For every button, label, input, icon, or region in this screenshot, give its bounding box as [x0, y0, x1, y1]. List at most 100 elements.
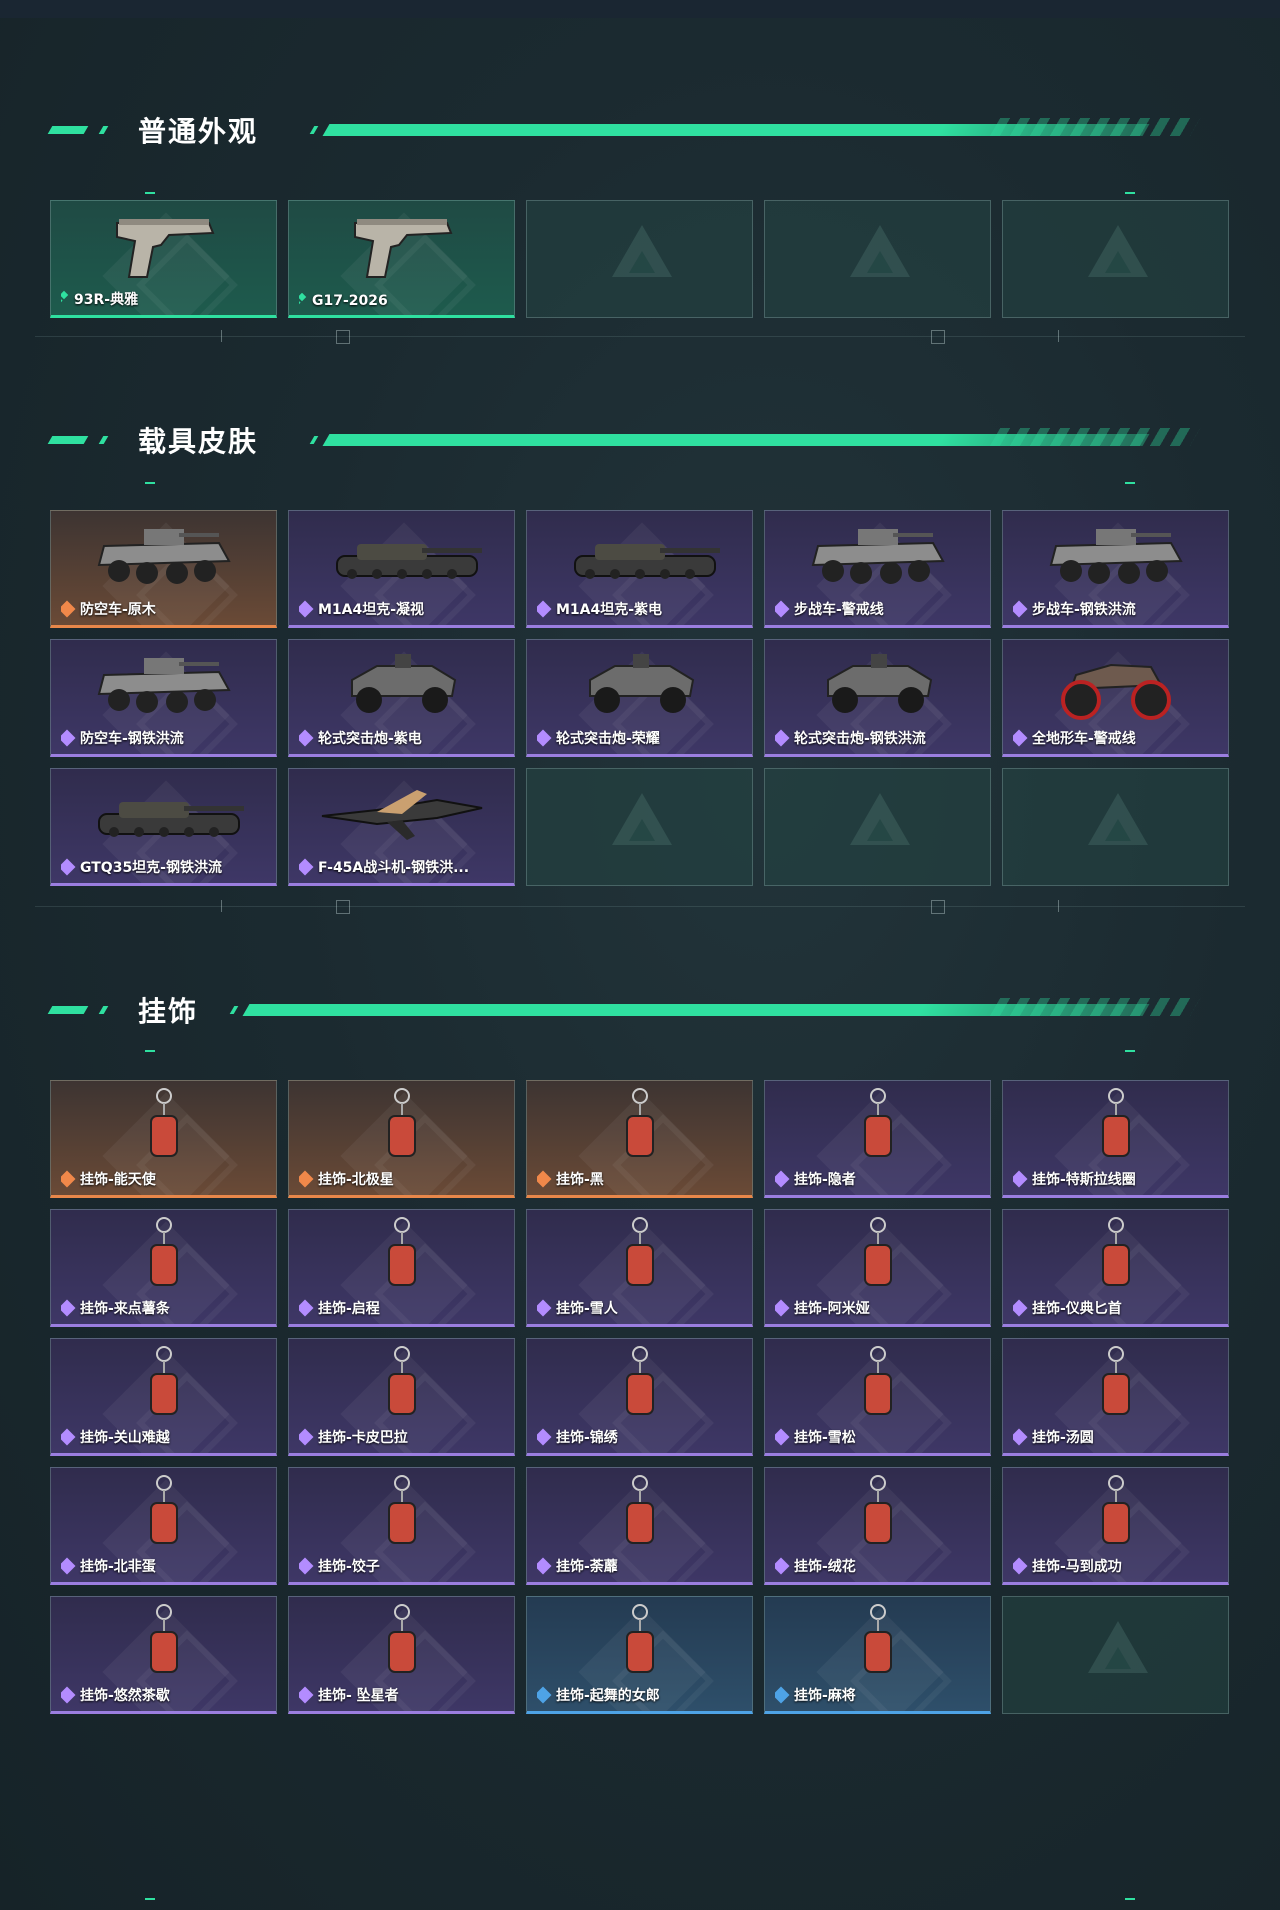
- item-label-row: 挂饰-麻将: [775, 1685, 984, 1705]
- rarity-icon: [537, 600, 552, 618]
- item-name: F-45A战斗机-钢铁洪...: [318, 860, 470, 876]
- divider-line: [35, 336, 1245, 337]
- item-card[interactable]: 93R-典雅: [50, 200, 277, 318]
- grid-vehicle-skins: 防空车-原木 M1A4坦克-凝视 M1A4坦克-紫电 步战车-警戒线 步战车-钢铁洪流防…: [50, 510, 1229, 886]
- item-card[interactable]: 轮式突击炮-荣耀: [526, 639, 753, 757]
- item-name: 挂饰-饺子: [318, 1559, 380, 1575]
- jet-icon: [289, 773, 514, 855]
- item-label-row: 挂饰-北极星: [299, 1169, 508, 1189]
- charm-icon: [1003, 1085, 1228, 1167]
- item-card[interactable]: 防空车-钢铁洪流: [50, 639, 277, 757]
- item-card[interactable]: 挂饰-启程: [288, 1209, 515, 1327]
- rarity-icon: [775, 1686, 790, 1704]
- item-name: 挂饰-阿米娅: [794, 1301, 870, 1317]
- rarity-icon: [61, 600, 76, 618]
- charm-icon: [289, 1601, 514, 1683]
- item-name: 挂饰-绒花: [794, 1559, 856, 1575]
- item-card[interactable]: M1A4坦克-紫电: [526, 510, 753, 628]
- rarity-icon: [299, 729, 314, 747]
- item-name: 挂饰-关山难越: [80, 1430, 170, 1446]
- item-name: 挂饰-悠然茶歇: [80, 1688, 170, 1704]
- header-dash-icon: [47, 436, 89, 444]
- item-card[interactable]: 挂饰-麻将: [764, 1596, 991, 1714]
- tick-mark: [145, 1050, 155, 1052]
- item-name: 挂饰-起舞的女郎: [556, 1688, 660, 1704]
- item-card[interactable]: 挂饰-汤圆: [1002, 1338, 1229, 1456]
- buggy-icon: [765, 644, 990, 726]
- item-card[interactable]: 挂饰-仪典匕首: [1002, 1209, 1229, 1327]
- item-label-row: 挂饰-荼蘼: [537, 1556, 746, 1576]
- placeholder-logo-icon: [867, 819, 893, 841]
- item-card[interactable]: 轮式突击炮-钢铁洪流: [764, 639, 991, 757]
- rarity-icon: [1013, 729, 1028, 747]
- item-card[interactable]: 挂饰-绒花: [764, 1467, 991, 1585]
- rarity-icon: [299, 1428, 314, 1446]
- item-name: 防空车-原木: [80, 602, 156, 618]
- item-card[interactable]: 挂饰-黑: [526, 1080, 753, 1198]
- top-bar: [0, 0, 1280, 18]
- rarity-icon: [61, 1557, 76, 1575]
- item-card[interactable]: 步战车-警戒线: [764, 510, 991, 628]
- item-label-row: 挂饰-雪松: [775, 1427, 984, 1447]
- item-card[interactable]: 挂饰-关山难越: [50, 1338, 277, 1456]
- item-card[interactable]: 挂饰-雪松: [764, 1338, 991, 1456]
- item-card[interactable]: 挂饰-隐者: [764, 1080, 991, 1198]
- item-card[interactable]: 全地形车-警戒线: [1002, 639, 1229, 757]
- header-checker-pattern: [989, 118, 1201, 136]
- item-card[interactable]: 挂饰-北极星: [288, 1080, 515, 1198]
- section-header: 挂饰: [0, 986, 1280, 1030]
- item-label-row: 步战车-钢铁洪流: [1013, 599, 1222, 619]
- item-card[interactable]: 挂饰-能天使: [50, 1080, 277, 1198]
- armored-vehicle-icon: [1003, 515, 1228, 597]
- pistol-icon: [289, 205, 514, 287]
- item-label-row: M1A4坦克-凝视: [299, 599, 508, 619]
- item-card[interactable]: 挂饰-北非蛋: [50, 1467, 277, 1585]
- item-label-row: 轮式突击炮-钢铁洪流: [775, 728, 984, 748]
- item-card[interactable]: 挂饰- 坠星者: [288, 1596, 515, 1714]
- item-card[interactable]: 挂饰-悠然茶歇: [50, 1596, 277, 1714]
- divider-line: [35, 906, 1245, 907]
- tank-icon: [51, 773, 276, 855]
- rarity-icon: [775, 600, 790, 618]
- rarity-icon: [299, 293, 307, 302]
- item-card[interactable]: F-45A战斗机-钢铁洪...: [288, 768, 515, 886]
- item-card[interactable]: 挂饰-特斯拉线圈: [1002, 1080, 1229, 1198]
- item-label-row: 挂饰-来点薯条: [61, 1298, 270, 1318]
- empty-slot: [1002, 1596, 1229, 1714]
- item-card[interactable]: 防空车-原木: [50, 510, 277, 628]
- item-card[interactable]: 挂饰-雪人: [526, 1209, 753, 1327]
- header-line-start: [309, 436, 319, 444]
- charm-icon: [765, 1601, 990, 1683]
- item-card[interactable]: 挂饰-起舞的女郎: [526, 1596, 753, 1714]
- item-card[interactable]: 挂饰-饺子: [288, 1467, 515, 1585]
- item-card[interactable]: 挂饰-锦绣: [526, 1338, 753, 1456]
- item-card[interactable]: GTQ35坦克-钢铁洪流: [50, 768, 277, 886]
- item-name: M1A4坦克-紫电: [556, 602, 663, 618]
- item-label-row: 挂饰-阿米娅: [775, 1298, 984, 1318]
- rarity-icon: [537, 1170, 552, 1188]
- charm-icon: [527, 1085, 752, 1167]
- item-name: 挂饰-启程: [318, 1301, 380, 1317]
- item-card[interactable]: 步战车-钢铁洪流: [1002, 510, 1229, 628]
- divider-tick: [221, 900, 222, 912]
- rarity-icon: [61, 1299, 76, 1317]
- item-card[interactable]: 挂饰-卡皮巴拉: [288, 1338, 515, 1456]
- header-line-start: [309, 126, 319, 134]
- item-label-row: 挂饰-马到成功: [1013, 1556, 1222, 1576]
- item-card[interactable]: 挂饰-阿米娅: [764, 1209, 991, 1327]
- item-card[interactable]: M1A4坦克-凝视: [288, 510, 515, 628]
- atv-icon: [1003, 644, 1228, 726]
- divider-marker: [336, 330, 350, 344]
- rarity-icon: [61, 858, 76, 876]
- item-card[interactable]: 挂饰-来点薯条: [50, 1209, 277, 1327]
- empty-slot: [764, 200, 991, 318]
- item-card[interactable]: 挂饰-马到成功: [1002, 1467, 1229, 1585]
- item-card[interactable]: 挂饰-荼蘼: [526, 1467, 753, 1585]
- section-title: 普通外观: [138, 115, 259, 148]
- item-label-row: 挂饰-仪典匕首: [1013, 1298, 1222, 1318]
- tick-mark: [145, 482, 155, 484]
- item-label-row: 挂饰-卡皮巴拉: [299, 1427, 508, 1447]
- item-label-row: 挂饰-汤圆: [1013, 1427, 1222, 1447]
- item-card[interactable]: G17-2026: [288, 200, 515, 318]
- item-card[interactable]: 轮式突击炮-紫电: [288, 639, 515, 757]
